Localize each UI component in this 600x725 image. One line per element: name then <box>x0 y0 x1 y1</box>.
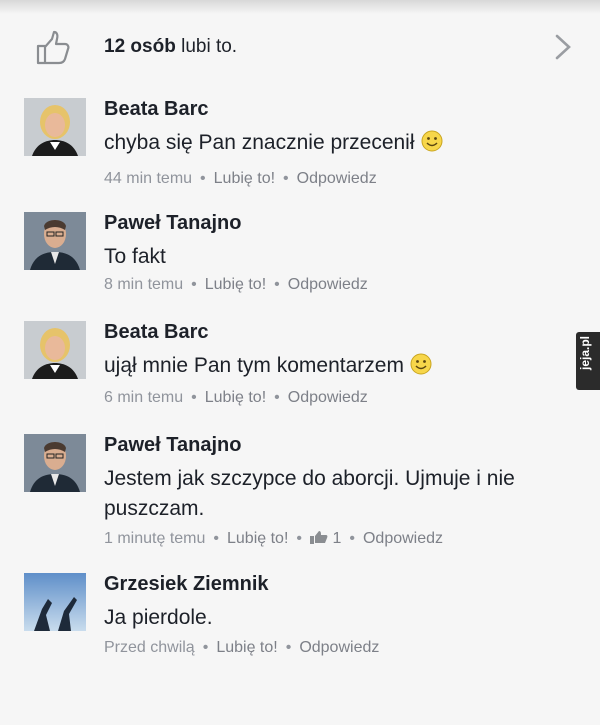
comment-meta: 8 min temu • Lubię to! • Odpowiedz <box>104 276 368 294</box>
like-link[interactable]: Lubię to! <box>227 530 288 547</box>
comment-text-content: ujął mnie Pan tym komentarzem <box>104 354 404 377</box>
chevron-right-icon[interactable] <box>552 32 574 62</box>
comment-meta: 44 min temu • Lubię to! • Odpowiedz <box>104 170 377 188</box>
watermark-text: jeja.pl <box>578 335 592 370</box>
comment-time: 44 min temu <box>104 170 193 187</box>
avatar[interactable] <box>24 573 86 631</box>
reply-link[interactable]: Odpowiedz <box>363 530 443 547</box>
comment-text-content: Jestem jak szczypce do aborcji. Ujmuje i… <box>104 467 515 520</box>
comment-author[interactable]: Paweł Tanajno <box>104 212 241 235</box>
like-link[interactable]: Lubię to! <box>205 276 266 293</box>
top-shadow <box>0 0 600 14</box>
comment-meta: 6 min temu • Lubię to! • Odpowiedz <box>104 389 368 407</box>
separator: • <box>296 530 302 547</box>
separator: • <box>274 276 280 293</box>
separator: • <box>213 530 219 547</box>
comment-text-content: To fakt <box>104 245 166 268</box>
comment-text: ujął mnie Pan tym komentarzem <box>104 351 544 381</box>
comment-time: 6 min temu <box>104 389 184 406</box>
comment-author[interactable]: Beata Barc <box>104 98 209 121</box>
jeja-watermark-logo: jeja.pl <box>576 332 600 390</box>
comment-author[interactable]: Grzesiek Ziemnik <box>104 573 269 596</box>
reply-link[interactable]: Odpowiedz <box>288 389 368 406</box>
like-link[interactable]: Lubię to! <box>214 170 275 187</box>
smiley-icon <box>421 130 443 152</box>
comment-text-content: Ja pierdole. <box>104 606 213 629</box>
avatar[interactable] <box>24 321 86 379</box>
avatar[interactable] <box>24 212 86 270</box>
comment-meta: 1 minutę temu • Lubię to! • 1 • Odpowiedz <box>104 530 443 548</box>
like-count-icon <box>310 531 328 544</box>
comment-author[interactable]: Beata Barc <box>104 321 209 344</box>
like-link[interactable]: Lubię to! <box>205 389 266 406</box>
separator: • <box>283 170 289 187</box>
comment-time: 8 min temu <box>104 276 184 293</box>
comment-time: Przed chwilą <box>104 639 195 656</box>
reply-link[interactable]: Odpowiedz <box>297 170 377 187</box>
separator: • <box>274 389 280 406</box>
smiley-icon <box>410 353 432 375</box>
comment-text: chyba się Pan znacznie przecenił <box>104 128 544 158</box>
avatar[interactable] <box>24 434 86 492</box>
likes-suffix: lubi to. <box>175 36 238 57</box>
reply-link[interactable]: Odpowiedz <box>299 639 379 656</box>
avatar[interactable] <box>24 98 86 156</box>
likes-count: 12 osób <box>104 36 176 57</box>
likes-summary-bar[interactable]: 12 osób lubi to. <box>0 22 600 74</box>
comment-author[interactable]: Paweł Tanajno <box>104 434 241 457</box>
like-count[interactable]: 1 <box>332 530 341 547</box>
separator: • <box>191 276 197 293</box>
separator: • <box>285 639 292 656</box>
separator: • <box>191 389 197 406</box>
comment-text: Jestem jak szczypce do aborcji. Ujmuje i… <box>104 464 544 524</box>
likes-count-text: 12 osób lubi to. <box>104 36 237 58</box>
comment-meta: Przed chwilą • Lubię to! • Odpowiedz <box>104 639 379 657</box>
comment-text: To fakt <box>104 242 544 272</box>
separator: • <box>200 170 206 187</box>
separator: • <box>202 639 209 656</box>
comment-text: Ja pierdole. <box>104 603 544 633</box>
reply-link[interactable]: Odpowiedz <box>288 276 368 293</box>
like-link[interactable]: Lubię to! <box>216 639 277 656</box>
thumbs-up-icon <box>36 30 70 65</box>
separator: • <box>349 530 355 547</box>
comment-time: 1 minutę temu <box>104 530 206 547</box>
comment-text-content: chyba się Pan znacznie przecenił <box>104 131 415 154</box>
